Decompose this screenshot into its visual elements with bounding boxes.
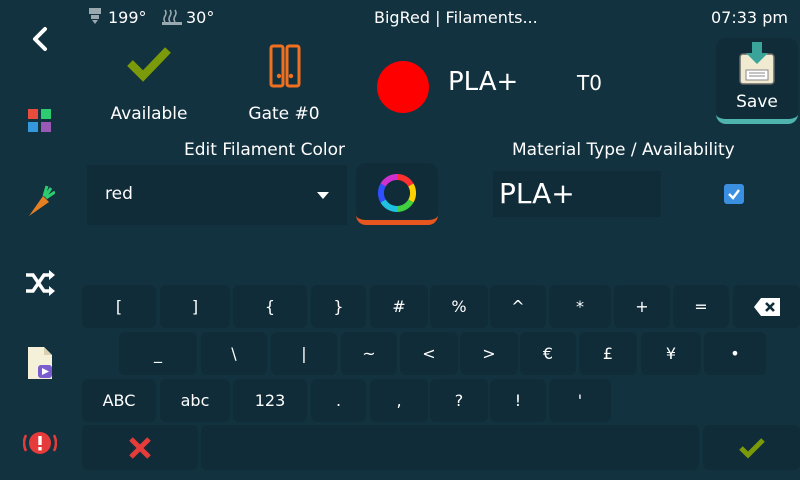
key[interactable]: ¥ <box>641 332 701 375</box>
close-icon <box>129 436 151 459</box>
backspace-key[interactable] <box>733 285 800 328</box>
key[interactable]: ~ <box>341 332 397 375</box>
key[interactable]: [ <box>82 285 156 328</box>
key[interactable]: + <box>614 285 670 328</box>
space-key[interactable] <box>201 425 699 470</box>
checkmark-icon <box>738 437 765 459</box>
on-screen-keyboard: []{} #% ^ * + = _ \ | ~ < > € £ ¥ • ABC abc 123.,?! ' <box>0 0 800 480</box>
key[interactable]: # <box>370 285 428 328</box>
key[interactable]: | <box>271 332 337 375</box>
key[interactable]: % <box>430 285 488 328</box>
key[interactable]: , <box>370 379 428 422</box>
key[interactable]: _ <box>119 332 197 375</box>
key[interactable]: < <box>400 332 458 375</box>
backspace-icon <box>753 297 780 316</box>
key[interactable]: * <box>549 285 611 328</box>
key[interactable]: . <box>311 379 366 422</box>
cancel-key[interactable] <box>82 425 198 470</box>
key[interactable]: 123 <box>233 379 307 422</box>
key[interactable]: { <box>233 285 307 328</box>
key[interactable]: ] <box>160 285 230 328</box>
key[interactable]: ! <box>490 379 546 422</box>
key[interactable]: = <box>673 285 729 328</box>
key[interactable]: \ <box>201 332 267 375</box>
key[interactable]: ABC <box>82 379 156 422</box>
key[interactable]: } <box>311 285 366 328</box>
key[interactable]: • <box>704 332 766 375</box>
key[interactable]: € <box>520 332 576 375</box>
confirm-key[interactable] <box>703 425 800 470</box>
key[interactable]: ^ <box>490 285 546 328</box>
key[interactable]: £ <box>579 332 637 375</box>
key[interactable]: ? <box>430 379 488 422</box>
key[interactable]: abc <box>160 379 230 422</box>
key[interactable]: > <box>460 332 518 375</box>
key[interactable]: ' <box>549 379 611 422</box>
